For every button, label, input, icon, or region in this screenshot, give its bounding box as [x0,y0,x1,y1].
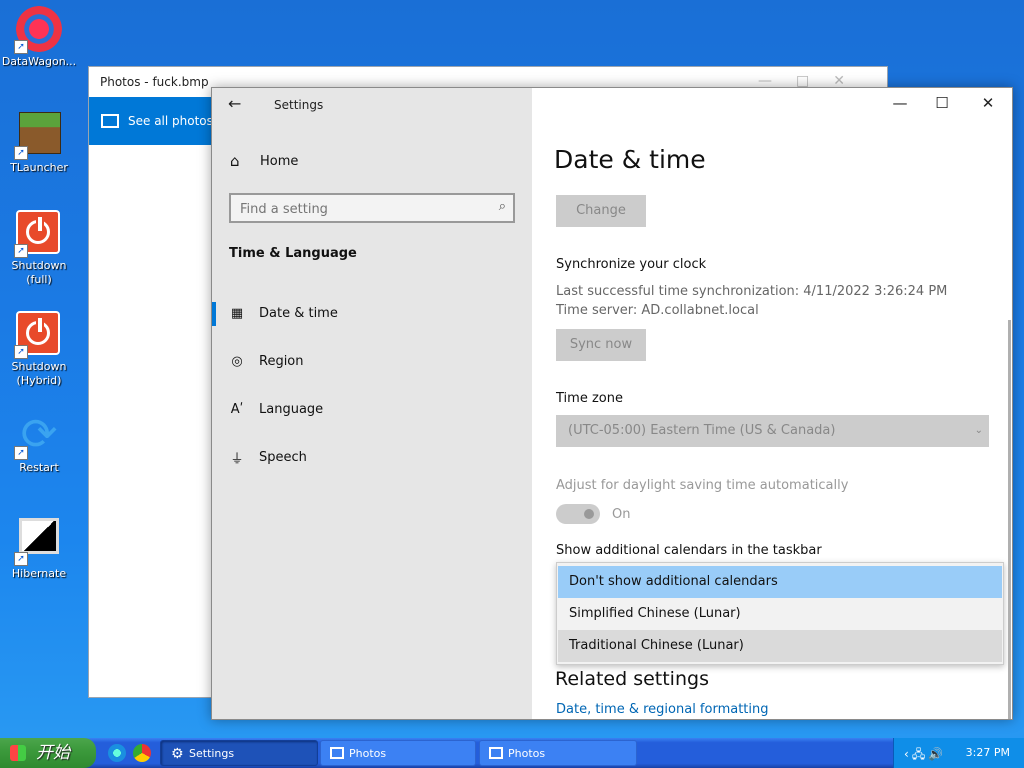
desktop-icon-label: Shutdown (Hybrid) [11,360,67,387]
task-label: Photos [349,747,387,760]
task-label: Settings [189,747,235,760]
calendars-dropdown[interactable]: Don't show additional calendars Simplifi… [556,562,1004,665]
desktop-icon-label: DataWagon... [1,55,77,68]
see-all-photos-button[interactable]: See all photos [89,97,213,145]
desktop-icon-tlauncher[interactable]: ➚ TLauncher [0,108,78,175]
taskbar-photos-button-2[interactable]: Photos [479,740,637,766]
home-nav-item[interactable]: ⌂ Home [230,152,298,170]
desktop-icon-label: Restart [19,461,59,474]
sidebar-item-date-time[interactable]: ▦ Date & time [212,291,532,335]
calendar-clock-icon: ▦ [230,305,244,321]
edge-icon[interactable] [108,744,126,762]
settings-window-title: Settings [274,98,324,112]
home-icon: ⌂ [230,152,240,170]
calendar-option-simplified-chinese[interactable]: Simplified Chinese (Lunar) [558,598,1002,630]
system-tray: ‹🖧🔊 3:27 PM [893,738,1024,768]
chrome-icon[interactable] [133,744,151,762]
sidebar-item-label: Language [259,401,324,417]
timezone-value: (UTC-05:00) Eastern Time (US & Canada) [568,423,836,438]
last-sync-text: Last successful time synchronization: 4/… [556,284,948,299]
sidebar-item-label: Region [259,353,304,369]
taskbar: 开始 ⚙ Settings Photos Photos ‹🖧🔊 3:27 PM [0,738,1024,768]
search-box[interactable]: ⌕ [229,193,515,223]
search-input[interactable] [231,195,482,223]
desktop-icon-datawagon[interactable]: ➚ DataWagon... [0,6,78,69]
timezone-label: Time zone [556,391,623,406]
gear-icon: ⚙ [171,746,184,762]
minimize-icon[interactable]: — [890,94,910,112]
desktop-icon-label: Hibernate [11,567,67,580]
microphone-icon: ⏚ [230,451,244,467]
calendar-option-traditional-chinese[interactable]: Traditional Chinese (Lunar) [558,630,1002,662]
settings-nav-pane: ← Settings ⌂ Home ⌕ Time & Language ▦ Da… [212,88,532,719]
gear-icon: ➚ [14,6,62,54]
desktop-icon-label: TLauncher [10,161,68,174]
sidebar-item-speech[interactable]: ⏚ Speech [212,435,532,479]
sync-heading: Synchronize your clock [556,257,707,272]
monitor-icon [19,518,59,554]
network-icon[interactable]: 🖧 [912,747,928,761]
sidebar-item-region[interactable]: ◎ Region [212,339,532,383]
maximize-icon[interactable]: ☐ [932,94,952,112]
language-icon: Aʹ [230,401,244,417]
section-title: Time & Language [229,246,357,261]
taskbar-settings-button[interactable]: ⚙ Settings [160,740,318,766]
regional-formatting-link[interactable]: Date, time & regional formatting [556,702,769,717]
start-button[interactable]: 开始 [0,738,96,768]
chevron-left-icon[interactable]: ‹ [904,747,912,761]
globe-icon: ◎ [231,353,243,369]
dst-label: Adjust for daylight saving time automati… [556,478,849,493]
calendars-label: Show additional calendars in the taskbar [556,543,822,558]
photo-icon [489,747,503,759]
calendar-option-none[interactable]: Don't show additional calendars [558,566,1002,598]
taskbar-photos-button[interactable]: Photos [320,740,476,766]
timezone-select[interactable]: (UTC-05:00) Eastern Time (US & Canada) ⌄ [556,415,989,447]
time-server-text: Time server: AD.collabnet.local [556,303,759,318]
dst-toggle-state: On [612,507,631,522]
page-title: Date & time [554,145,706,174]
dst-toggle[interactable] [556,504,600,524]
related-settings-heading: Related settings [555,668,709,690]
desktop-icon-label: Shutdown (full) [11,259,67,286]
search-icon[interactable]: ⌕ [499,199,506,214]
desktop-icon-hibernate[interactable]: ➚ Hibernate [0,512,78,581]
chevron-down-icon: ⌄ [974,425,983,436]
settings-header: ← Settings [212,88,532,122]
see-all-photos-label: See all photos [128,114,213,128]
sync-now-button[interactable]: Sync now [556,329,646,361]
sidebar-item-label: Date & time [259,305,338,321]
task-label: Photos [508,747,546,760]
scrollbar[interactable] [1008,320,1011,719]
restart-icon: ⟳ ➚ [14,412,62,460]
home-label: Home [260,153,299,169]
windows-flag-icon [10,745,26,761]
settings-window[interactable]: ← Settings ⌂ Home ⌕ Time & Language ▦ Da… [211,87,1013,720]
desktop-icon-shutdown-full[interactable]: ➚ Shutdown (full) [0,210,78,287]
desktop-icon-restart[interactable]: ⟳ ➚ Restart [0,412,78,475]
close-icon[interactable]: ✕ [978,94,998,112]
sidebar-item-language[interactable]: Aʹ Language [212,387,532,431]
sidebar-item-label: Speech [259,449,307,465]
start-label: 开始 [36,743,70,763]
desktop-icon-shutdown-hybrid[interactable]: ➚ Shutdown (Hybrid) [0,311,78,388]
volume-icon[interactable]: 🔊 [928,747,946,761]
settings-content-pane: — ☐ ✕ Date & time Change Synchronize you… [532,88,1012,719]
back-arrow-icon[interactable]: ← [228,94,241,113]
clock[interactable]: 3:27 PM [966,746,1010,759]
photo-icon [330,747,344,759]
change-button[interactable]: Change [556,195,646,227]
photo-icon [101,114,119,128]
